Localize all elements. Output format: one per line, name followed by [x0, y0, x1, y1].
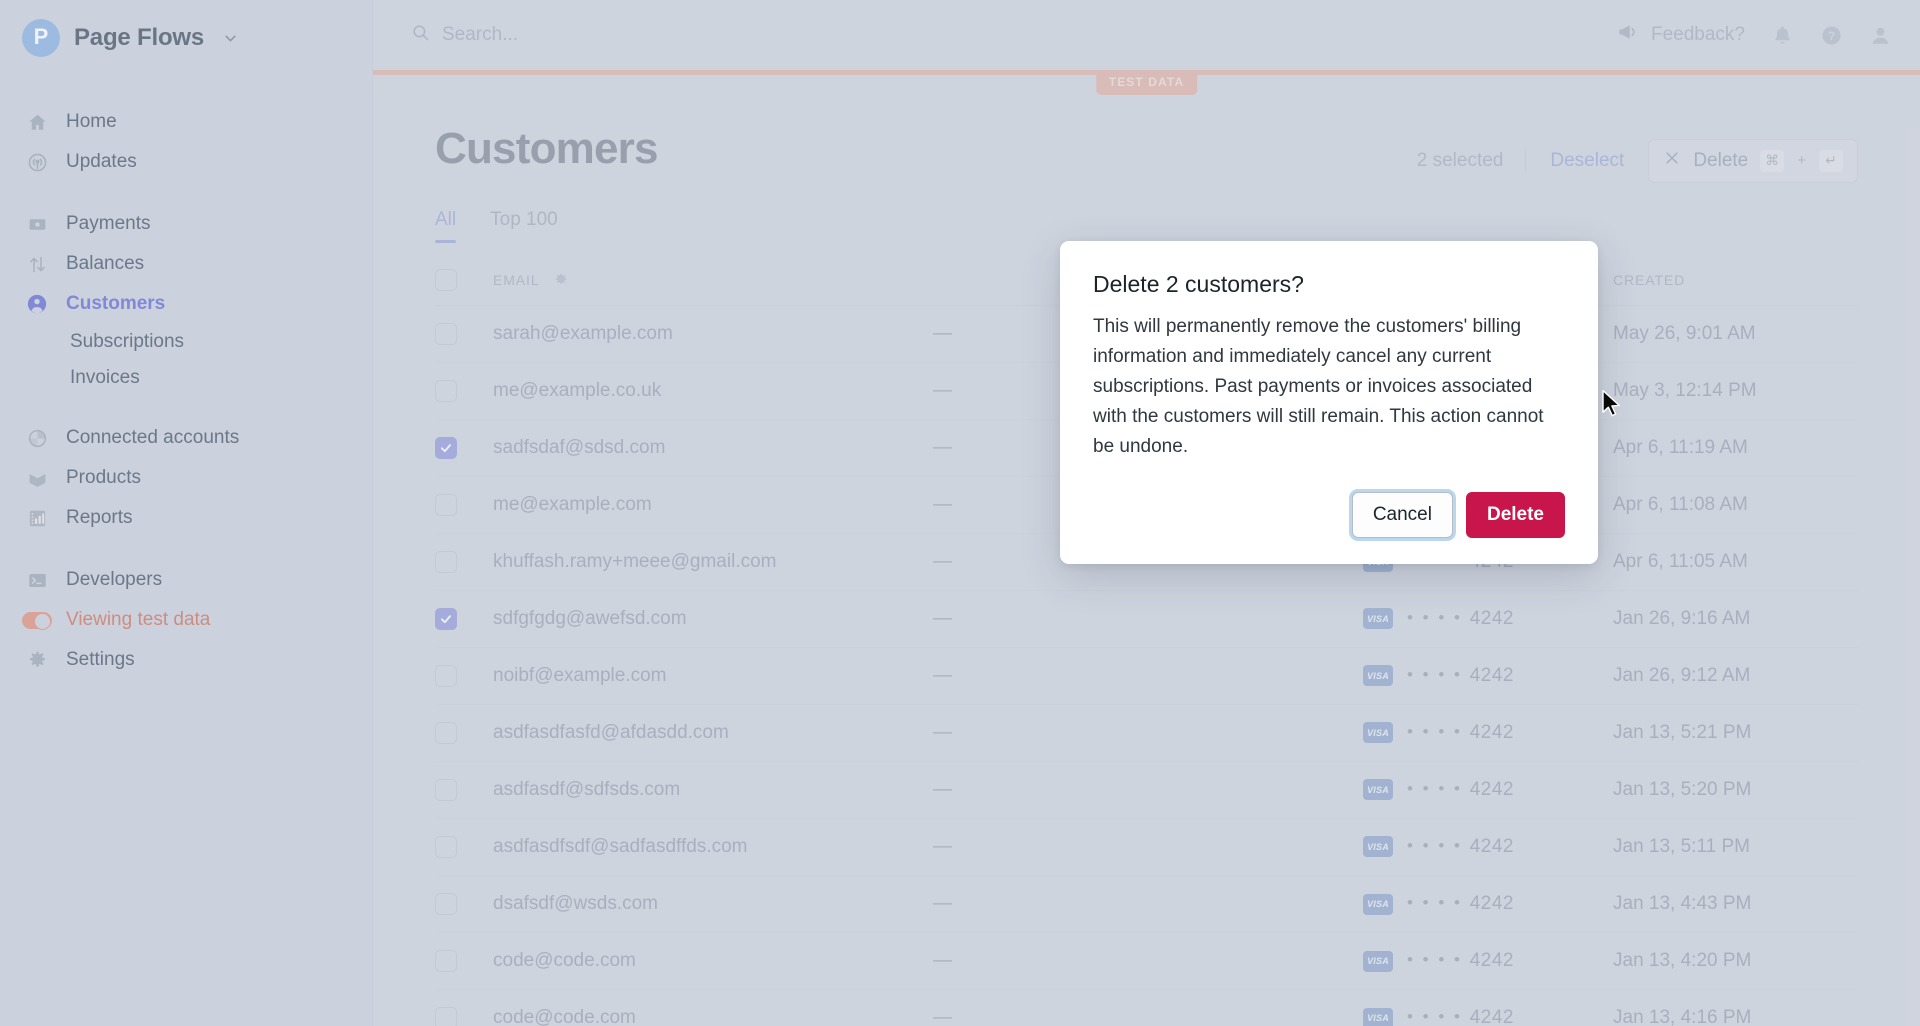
- sidebar-item-subscriptions[interactable]: Subscriptions: [0, 324, 372, 360]
- connected-accounts-icon: [26, 427, 48, 449]
- home-icon: [26, 111, 48, 133]
- reports-icon: [26, 507, 48, 529]
- sidebar-subitem-label: Invoices: [70, 367, 140, 388]
- sidebar-group-primary: Home Updates: [0, 102, 372, 182]
- sidebar-group-system: Developers Viewing test data Settings: [0, 560, 372, 680]
- dialog-body-text: This will permanently remove the custome…: [1093, 316, 1544, 458]
- sidebar-item-products[interactable]: Products: [0, 458, 372, 498]
- sidebar-item-reports[interactable]: Reports: [0, 498, 372, 538]
- sidebar-item-developers[interactable]: Developers: [0, 560, 372, 600]
- sidebar-group-catalog: Connected accounts Products Reports: [0, 418, 372, 538]
- dialog-actions: Cancel Delete: [1093, 492, 1565, 538]
- sidebar-item-viewing-test-data[interactable]: Viewing test data: [0, 600, 372, 640]
- products-icon: [26, 467, 48, 489]
- sidebar-item-settings[interactable]: Settings: [0, 640, 372, 680]
- sidebar-group-business: Payments Balances Customers Subscription…: [0, 204, 372, 396]
- confirm-delete-button[interactable]: Delete: [1465, 492, 1565, 538]
- sidebar: P Page Flows Home Updates Payments Balan…: [0, 0, 372, 1026]
- payments-icon: [26, 213, 48, 235]
- broadcast-icon: [26, 151, 48, 173]
- sidebar-item-updates[interactable]: Updates: [0, 142, 372, 182]
- cancel-button[interactable]: Cancel: [1351, 492, 1453, 538]
- sidebar-item-label: Updates: [66, 151, 137, 172]
- sidebar-subitem-label: Subscriptions: [70, 331, 185, 352]
- brand-logo: P: [22, 19, 60, 57]
- main-area: Search... Feedback? ? TEST DATA Customer…: [372, 0, 1920, 1026]
- toggle-on-icon[interactable]: [22, 609, 52, 631]
- sidebar-item-label: Products: [66, 467, 141, 488]
- sidebar-item-label: Developers: [66, 569, 163, 590]
- developers-icon: [26, 569, 48, 591]
- customers-icon: [26, 293, 48, 315]
- balances-icon: [26, 253, 48, 275]
- brand-account-switcher[interactable]: P Page Flows: [0, 0, 372, 76]
- sidebar-item-label: Home: [66, 111, 117, 132]
- gear-icon: [26, 649, 48, 671]
- sidebar-item-payments[interactable]: Payments: [0, 204, 372, 244]
- brand-name: Page Flows: [74, 24, 205, 51]
- sidebar-item-label: Customers: [66, 293, 166, 314]
- sidebar-item-label: Balances: [66, 253, 145, 274]
- sidebar-item-invoices[interactable]: Invoices: [0, 360, 372, 396]
- sidebar-item-label: Reports: [66, 507, 133, 528]
- sidebar-item-home[interactable]: Home: [0, 102, 372, 142]
- sidebar-item-label: Settings: [66, 649, 135, 670]
- app-root: P Page Flows Home Updates Payments Balan…: [0, 0, 1920, 1026]
- delete-confirmation-dialog: Delete 2 customers? This will permanentl…: [1060, 241, 1598, 564]
- dialog-title: Delete 2 customers?: [1093, 271, 1304, 297]
- sidebar-item-label: Viewing test data: [66, 609, 211, 630]
- sidebar-item-balances[interactable]: Balances: [0, 244, 372, 284]
- sidebar-nav: Home Updates Payments Balances Customers…: [0, 76, 372, 680]
- chevron-down-icon: [222, 30, 239, 47]
- sidebar-item-customers[interactable]: Customers: [0, 284, 372, 324]
- sidebar-item-connected-accounts[interactable]: Connected accounts: [0, 418, 372, 458]
- sidebar-item-label: Connected accounts: [66, 427, 240, 448]
- sidebar-item-label: Payments: [66, 213, 151, 234]
